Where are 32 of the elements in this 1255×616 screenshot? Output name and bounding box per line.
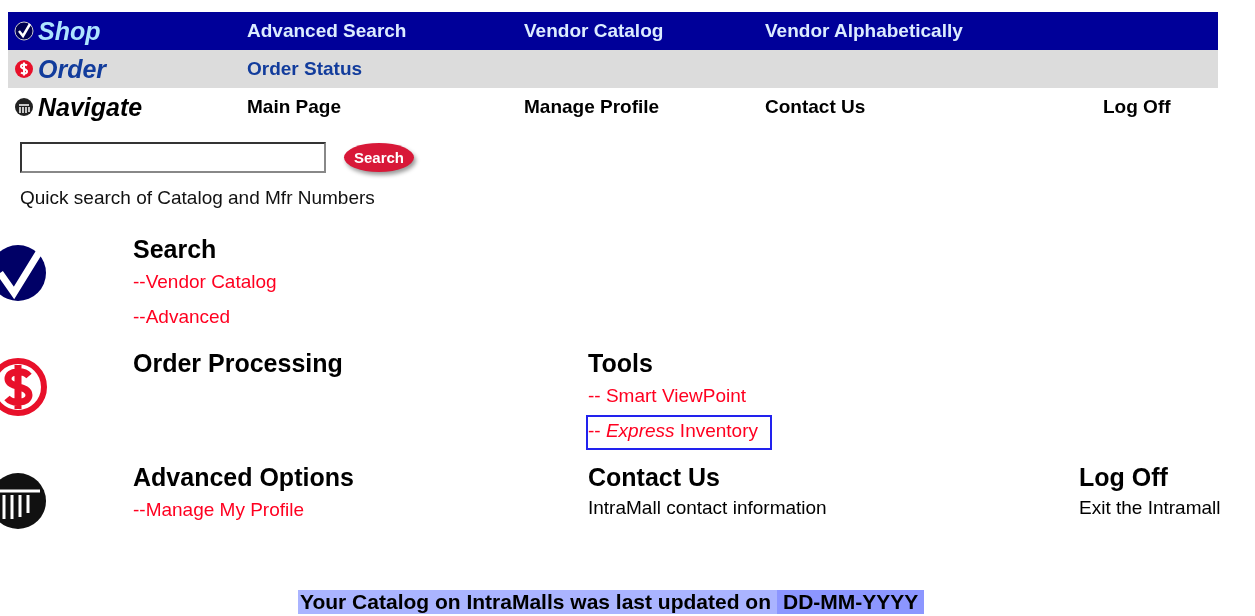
section-heading: Order Processing	[133, 349, 343, 378]
section-link[interactable]: --Manage My Profile	[131, 494, 319, 529]
update-date: DD-MM-YYYY	[777, 590, 925, 614]
section-heading: Contact Us	[588, 463, 720, 492]
section-link[interactable]: --Advanced	[131, 301, 245, 336]
section-heading: Advanced Options	[133, 463, 354, 492]
nav-title[interactable]: Navigate	[38, 92, 143, 122]
pillar-icon	[14, 97, 34, 117]
search-field[interactable]	[20, 142, 326, 173]
nav-link[interactable]: Contact Us	[765, 96, 1103, 118]
nav-link[interactable]: Vendor Alphabetically	[765, 20, 1103, 42]
section-description: IntraMall contact information	[588, 496, 827, 520]
section-link[interactable]: -- Smart ViewPoint	[586, 380, 761, 415]
section-heading: Log Off	[1079, 463, 1168, 492]
nav-link[interactable]: Main Page	[247, 96, 524, 118]
check-icon	[14, 21, 34, 41]
search-hint: Quick search of Catalog and Mfr Numbers	[20, 187, 376, 209]
nav-link[interactable]: Order Status	[247, 58, 524, 80]
nav-link[interactable]: Log Off	[1103, 96, 1171, 118]
nav-link[interactable]: Advanced Search	[247, 20, 524, 42]
section-description: Exit the Intramall	[1079, 496, 1221, 520]
section-heading: Tools	[588, 349, 653, 378]
nav-link[interactable]: Vendor Catalog	[524, 20, 765, 42]
search-button[interactable]: Search	[344, 143, 415, 172]
section-link[interactable]: --Vendor Catalog	[131, 266, 291, 301]
dollar-icon	[14, 59, 34, 79]
section-link[interactable]: -- Express Inventory	[586, 415, 772, 450]
section-heading: Search	[133, 235, 217, 264]
nav-link[interactable]: Manage Profile	[524, 96, 765, 118]
update-notice: Your Catalog on IntraMalls was last updated on	[299, 590, 772, 614]
nav-title[interactable]: Shop	[38, 16, 101, 46]
nav-title[interactable]: Order	[38, 54, 107, 84]
